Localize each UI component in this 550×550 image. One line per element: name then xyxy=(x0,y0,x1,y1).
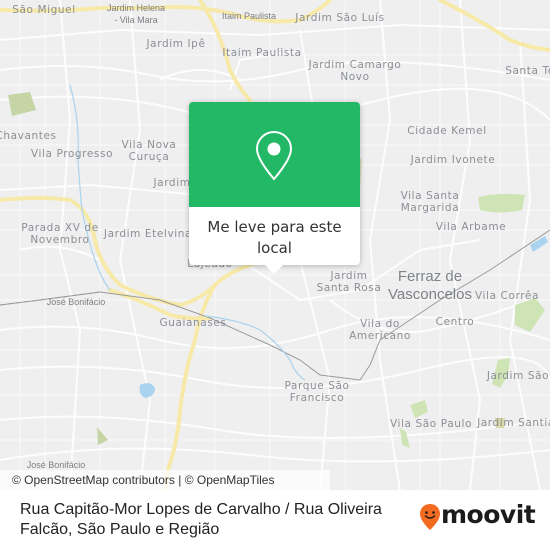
place-label-vila-arbame: Vila Arbame xyxy=(435,221,507,233)
place-label-vila-correa: Vila Corrêa xyxy=(474,290,540,302)
popup-pointer xyxy=(265,265,283,274)
take-me-here-button[interactable]: Me leve para este local xyxy=(189,207,360,259)
place-label-cidade-kemel: Cidade Kemel xyxy=(407,125,487,137)
place-label-jardim-helena: Jardim Helena - Vila Mara xyxy=(106,3,166,25)
place-label-jardim-ipe: Jardim Ipê xyxy=(146,38,206,50)
place-label-chavantes: Chavantes xyxy=(0,130,57,142)
place-label-jardim-santa-rosa: Jardim Santa Rosa xyxy=(316,270,382,294)
place-label-jardim-camargo-novo: Jardim Camargo Novo xyxy=(308,59,402,83)
place-label-santa-te: Santa Te xyxy=(505,65,550,77)
place-label-ferraz-de-vasconcelos: Ferraz de Vasconcelos xyxy=(388,268,472,303)
place-label-vila-progresso: Vila Progresso xyxy=(30,148,114,160)
place-label-parque-sao-francisco: Parque São Francisco xyxy=(284,380,350,404)
popup-header[interactable] xyxy=(189,102,360,207)
place-label-itaim-paulista: Itaim Paulista xyxy=(221,11,277,21)
place-label-guaianases: Guaianases xyxy=(159,317,227,329)
place-label-vila-do-americano: Vila do Americano xyxy=(349,318,411,342)
place-label-vila-santa-margarida: Vila Santa Margarida xyxy=(400,190,460,214)
map-canvas[interactable]: São Miguel Jardim Helena - Vila Mara Ita… xyxy=(0,0,550,490)
footer-bar: Rua Capitão-Mor Lopes de Carvalho / Rua … xyxy=(0,490,550,550)
place-label-jardim-sao-luis: Jardim São Luís xyxy=(295,12,385,24)
place-label-vila-nova-curuca: Vila Nova Curuça xyxy=(121,139,177,163)
place-label-jose-bonifacio: José Bonifácio xyxy=(46,297,106,307)
moovit-pin-smile-icon xyxy=(420,504,440,530)
map-attribution[interactable]: © OpenStreetMap contributors | © OpenMap… xyxy=(0,470,330,490)
place-label-jardim: Jardim xyxy=(153,177,191,189)
place-label-jardim-etelvina: Jardim Etelvina xyxy=(103,228,193,240)
destination-popup[interactable]: Me leve para este local xyxy=(189,102,360,274)
place-label-itaim-paulista-2: Itaim Paulista xyxy=(222,47,302,59)
place-label-jardim-ivonete: Jardim Ivonete xyxy=(410,154,496,166)
moovit-wordmark: moovit xyxy=(441,500,536,529)
place-label-sao-miguel: São Miguel xyxy=(12,4,76,16)
place-label-jardim-santia: Jardim Santia xyxy=(477,417,550,429)
place-label-parada-xv-de-novembro: Parada XV de Novembro xyxy=(21,222,99,246)
address-text: Rua Capitão-Mor Lopes de Carvalho / Rua … xyxy=(20,501,382,538)
map-pin-icon xyxy=(255,130,293,181)
place-label-vila-sao-paulo: Vila São Paulo xyxy=(389,418,473,430)
place-label-centro: Centro xyxy=(435,316,475,328)
place-label-jardim-sao: Jardim São xyxy=(486,370,550,382)
